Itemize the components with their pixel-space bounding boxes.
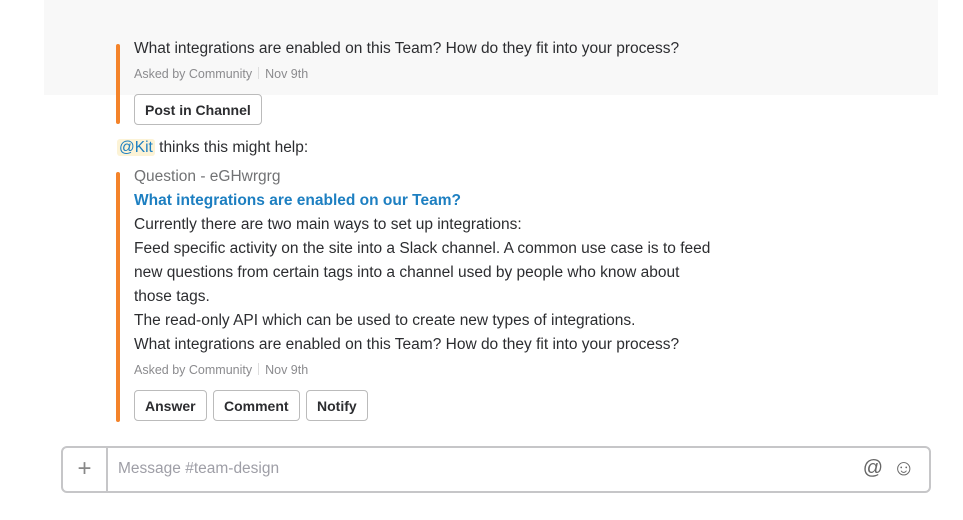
card-line: new questions from certain tags into a c… [134,264,680,281]
asked-by: Asked by Community [134,363,253,377]
kit-message: @Kit thinks this might help: [117,139,308,157]
prev-question-text: What integrations are enabled on this Te… [134,40,680,57]
message-input[interactable]: Message #team-design [118,460,279,478]
card-title-link[interactable]: What integrations are enabled on our Tea… [134,192,461,210]
card-line: those tags. [134,288,210,305]
kit-text: thinks this might help: [154,139,309,156]
mention-icon[interactable]: @ [863,457,883,480]
card-line: What integrations are enabled on this Te… [134,336,680,353]
attachment-bar [116,44,120,124]
comment-button[interactable]: Comment [213,390,300,421]
emoji-icon[interactable]: ☺ [893,455,915,481]
date: Nov 9th [265,67,309,81]
notify-button[interactable]: Notify [306,390,368,421]
message-composer[interactable]: + Message #team-design @ ☺ [61,446,931,493]
card-line: The read-only API which can be used to c… [134,312,636,329]
plus-icon[interactable]: + [63,448,108,491]
card-header: Question - eGHwrgrg [134,168,281,185]
card-meta: Asked by Community Nov 9th [134,363,308,377]
attachment-bar [116,172,120,422]
card-line: Feed specific activity on the site into … [134,240,711,257]
asked-by: Asked by Community [134,67,253,81]
kit-mention[interactable]: @Kit [117,139,155,156]
card-line: Currently there are two main ways to set… [134,216,522,233]
post-in-channel-button[interactable]: Post in Channel [134,94,262,125]
date: Nov 9th [265,363,309,377]
prev-meta: Asked by Community Nov 9th [134,67,308,81]
answer-button[interactable]: Answer [134,390,207,421]
